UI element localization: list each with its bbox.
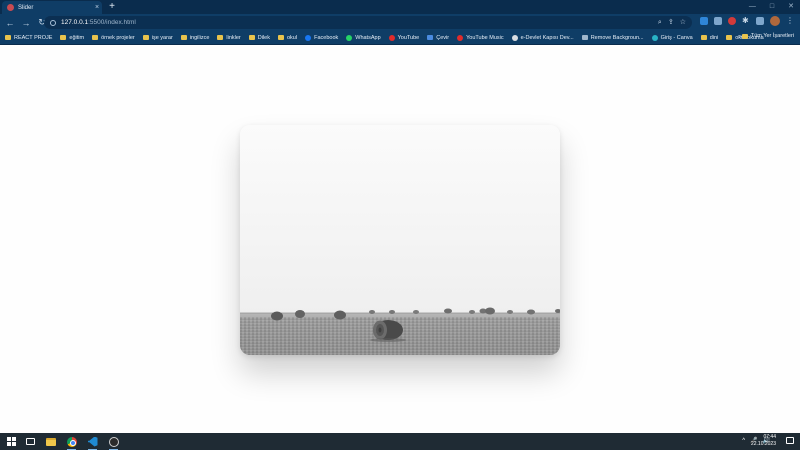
- slider-card[interactable]: [240, 125, 560, 355]
- bookmarks-bar: REACT PROJE eğitim örnek projeler işe ya…: [0, 31, 800, 45]
- file-explorer-icon[interactable]: [44, 435, 57, 448]
- url-host: 127.0.0.1: [61, 19, 89, 26]
- zoom-icon[interactable]: ⌕: [658, 17, 662, 28]
- canva-icon: [651, 34, 658, 41]
- folder-icon: [60, 35, 67, 40]
- bookmark-e-devlet[interactable]: e-Devlet Kapısı Dev...: [511, 34, 574, 41]
- close-window-button[interactable]: ✕: [788, 1, 794, 12]
- bookmark-canva[interactable]: Giriş - Canva: [651, 34, 693, 41]
- tab-slider[interactable]: Slider ×: [2, 1, 102, 14]
- menu-icon[interactable]: ⋮: [786, 17, 794, 25]
- maximize-button[interactable]: □: [770, 1, 774, 12]
- folder-icon: [700, 35, 707, 40]
- folder-icon: [92, 35, 99, 40]
- tray-overflow-icon[interactable]: ^: [742, 437, 745, 446]
- puzzle-icon[interactable]: ✱: [742, 17, 750, 25]
- bookmark-ingilizce[interactable]: ingilizce: [180, 35, 209, 41]
- folder-icon: [180, 35, 187, 40]
- bookmark-dini[interactable]: dini: [700, 35, 718, 41]
- remove-bg-icon: [581, 35, 588, 40]
- bookmark-ornek-projeler[interactable]: örnek projeler: [92, 35, 135, 41]
- all-bookmarks-button[interactable]: Tüm Yer İşaretleri: [741, 33, 794, 39]
- minimize-button[interactable]: —: [749, 1, 756, 12]
- start-icon[interactable]: [5, 435, 18, 448]
- notification-icon[interactable]: [786, 437, 794, 444]
- extension-grey-icon[interactable]: [714, 17, 722, 25]
- bookmark-egitim[interactable]: eğitim: [60, 35, 84, 41]
- whatsapp-icon: [346, 34, 353, 41]
- bookmark-ise-yarar[interactable]: işe yarar: [142, 35, 173, 41]
- omnibox-icons: ⌕ ⇪ ☆: [658, 17, 686, 28]
- tab-close-icon[interactable]: ×: [92, 4, 102, 11]
- folder-icon: [726, 35, 733, 40]
- forward-button[interactable]: →: [20, 18, 32, 28]
- extensions-area: ✱ ⋮: [700, 16, 794, 26]
- clock-date: 22.10.2023: [750, 441, 776, 447]
- bookmark-youtube-music[interactable]: YouTube Music: [457, 34, 504, 41]
- tab-strip: Slider × + — □ ✕: [0, 0, 800, 14]
- extension-red-icon[interactable]: [728, 17, 736, 25]
- folder-icon: [278, 35, 284, 40]
- site-info-icon[interactable]: [50, 19, 56, 26]
- back-button[interactable]: ←: [4, 18, 16, 28]
- clock-time: 07:44: [763, 434, 776, 440]
- extension-blue-icon[interactable]: [700, 17, 708, 25]
- share-icon[interactable]: ⇪: [668, 17, 674, 28]
- browser-toolbar: ← → ↻ 127.0.0.1 :5500/index.html ⌕ ⇪ ☆ ✱…: [0, 14, 800, 31]
- bookmark-youtube[interactable]: YouTube: [388, 34, 419, 41]
- bookmark-react-proje[interactable]: REACT PROJE: [5, 35, 52, 41]
- folder-icon: [217, 35, 224, 40]
- chrome-icon[interactable]: [65, 435, 78, 450]
- bookmark-okul[interactable]: okul: [278, 35, 297, 41]
- bookmark-linkler[interactable]: linkler: [217, 35, 241, 41]
- obs-icon[interactable]: [107, 435, 120, 450]
- bookmark-cevir[interactable]: Çevir: [427, 35, 449, 41]
- translate-icon: [427, 35, 434, 40]
- windows-taskbar: ^ 🎤 🔊 07:44 22.10.2023: [0, 433, 800, 450]
- side-panel-icon[interactable]: [756, 17, 764, 25]
- facebook-icon: [305, 34, 312, 41]
- bookmark-whatsapp[interactable]: WhatsApp: [346, 34, 381, 41]
- address-bar[interactable]: 127.0.0.1 :5500/index.html ⌕ ⇪ ☆: [44, 16, 692, 29]
- folder-icon: [142, 35, 149, 40]
- bookmark-facebook[interactable]: Facebook: [305, 34, 338, 41]
- folder-icon: [248, 35, 255, 40]
- task-view-icon[interactable]: [24, 435, 37, 448]
- clock[interactable]: 07:44 22.10.2023: [751, 434, 776, 448]
- slide-image-hay-bales: [240, 125, 560, 355]
- window-controls: — □ ✕: [749, 1, 794, 12]
- page-viewport: [0, 46, 800, 433]
- bookmark-remove-background[interactable]: Remove Backgroun...: [581, 35, 644, 41]
- folder-icon: [5, 35, 11, 40]
- bookmark-dilek[interactable]: Dilek: [248, 35, 270, 41]
- youtube-music-icon: [457, 34, 464, 41]
- new-tab-button[interactable]: +: [107, 1, 117, 13]
- youtube-icon: [388, 34, 395, 41]
- url-path: :5500/index.html: [88, 19, 136, 26]
- windows-logo-icon: [7, 437, 16, 446]
- vscode-icon[interactable]: [86, 435, 99, 450]
- tab-title: Slider: [18, 4, 34, 11]
- star-icon[interactable]: ☆: [680, 17, 686, 28]
- folder-icon: [741, 33, 748, 39]
- e-devlet-icon: [511, 34, 518, 41]
- tab-favicon-icon: [7, 4, 14, 11]
- avatar[interactable]: [770, 16, 780, 26]
